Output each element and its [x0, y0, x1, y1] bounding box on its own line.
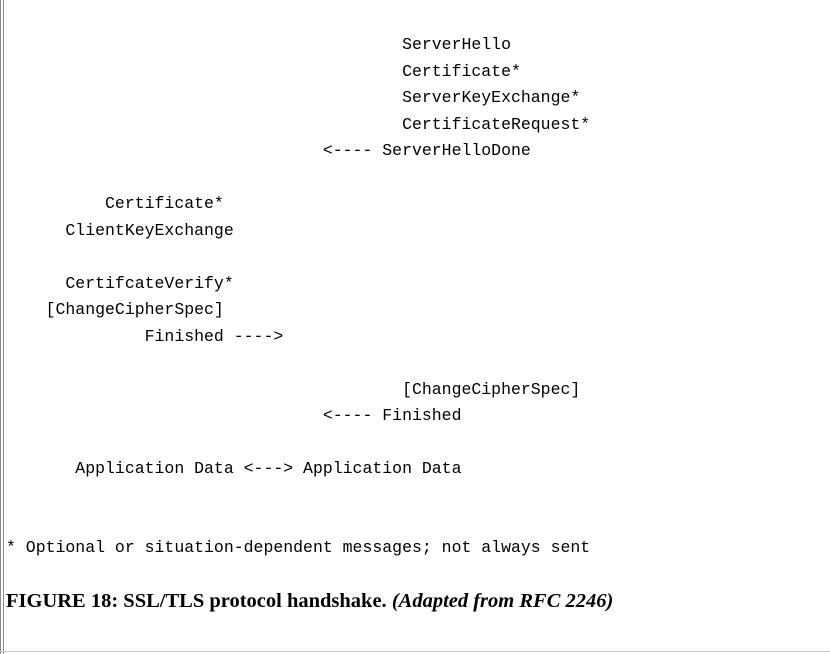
msg-certificate-request: CertificateRequest* [6, 114, 591, 134]
msg-application-data: Application Data <---> Application Data [6, 459, 462, 478]
optional-messages-footnote: * Optional or situation-dependent messag… [6, 538, 591, 557]
figure-caption: FIGURE 18: SSL/TLS protocol handshake. (… [6, 588, 613, 614]
msg-client-change-cipher-spec: [ChangeCipherSpec] [6, 300, 224, 319]
bottom-border-rule [0, 651, 830, 652]
msg-server-certificate: Certificate* [6, 61, 521, 81]
figure-caption-source: (Adapted from RFC 2246) [391, 590, 614, 612]
left-border-rule [0, 0, 4, 654]
msg-server-finished: <---- Finished [6, 406, 462, 425]
figure-caption-title: FIGURE 18: SSL/TLS protocol handshake. [6, 590, 392, 612]
msg-server-hello-done: <---- ServerHelloDone [6, 141, 531, 160]
handshake-diagram: ServerHello Certificate* ServerKeyExchan… [6, 32, 591, 483]
msg-server-key-exchange: ServerKeyExchange* [6, 88, 581, 107]
msg-server-change-cipher-spec: [ChangeCipherSpec] [6, 379, 581, 399]
msg-server-hello: ServerHello [6, 35, 511, 54]
figure-canvas: ServerHello Certificate* ServerKeyExchan… [0, 0, 830, 654]
msg-client-key-exchange: ClientKeyExchange [6, 220, 234, 240]
msg-client-finished: Finished ----> [6, 326, 284, 346]
msg-certificate-verify: CertifcateVerify* [6, 273, 234, 293]
msg-client-certificate: Certificate* [6, 194, 224, 213]
